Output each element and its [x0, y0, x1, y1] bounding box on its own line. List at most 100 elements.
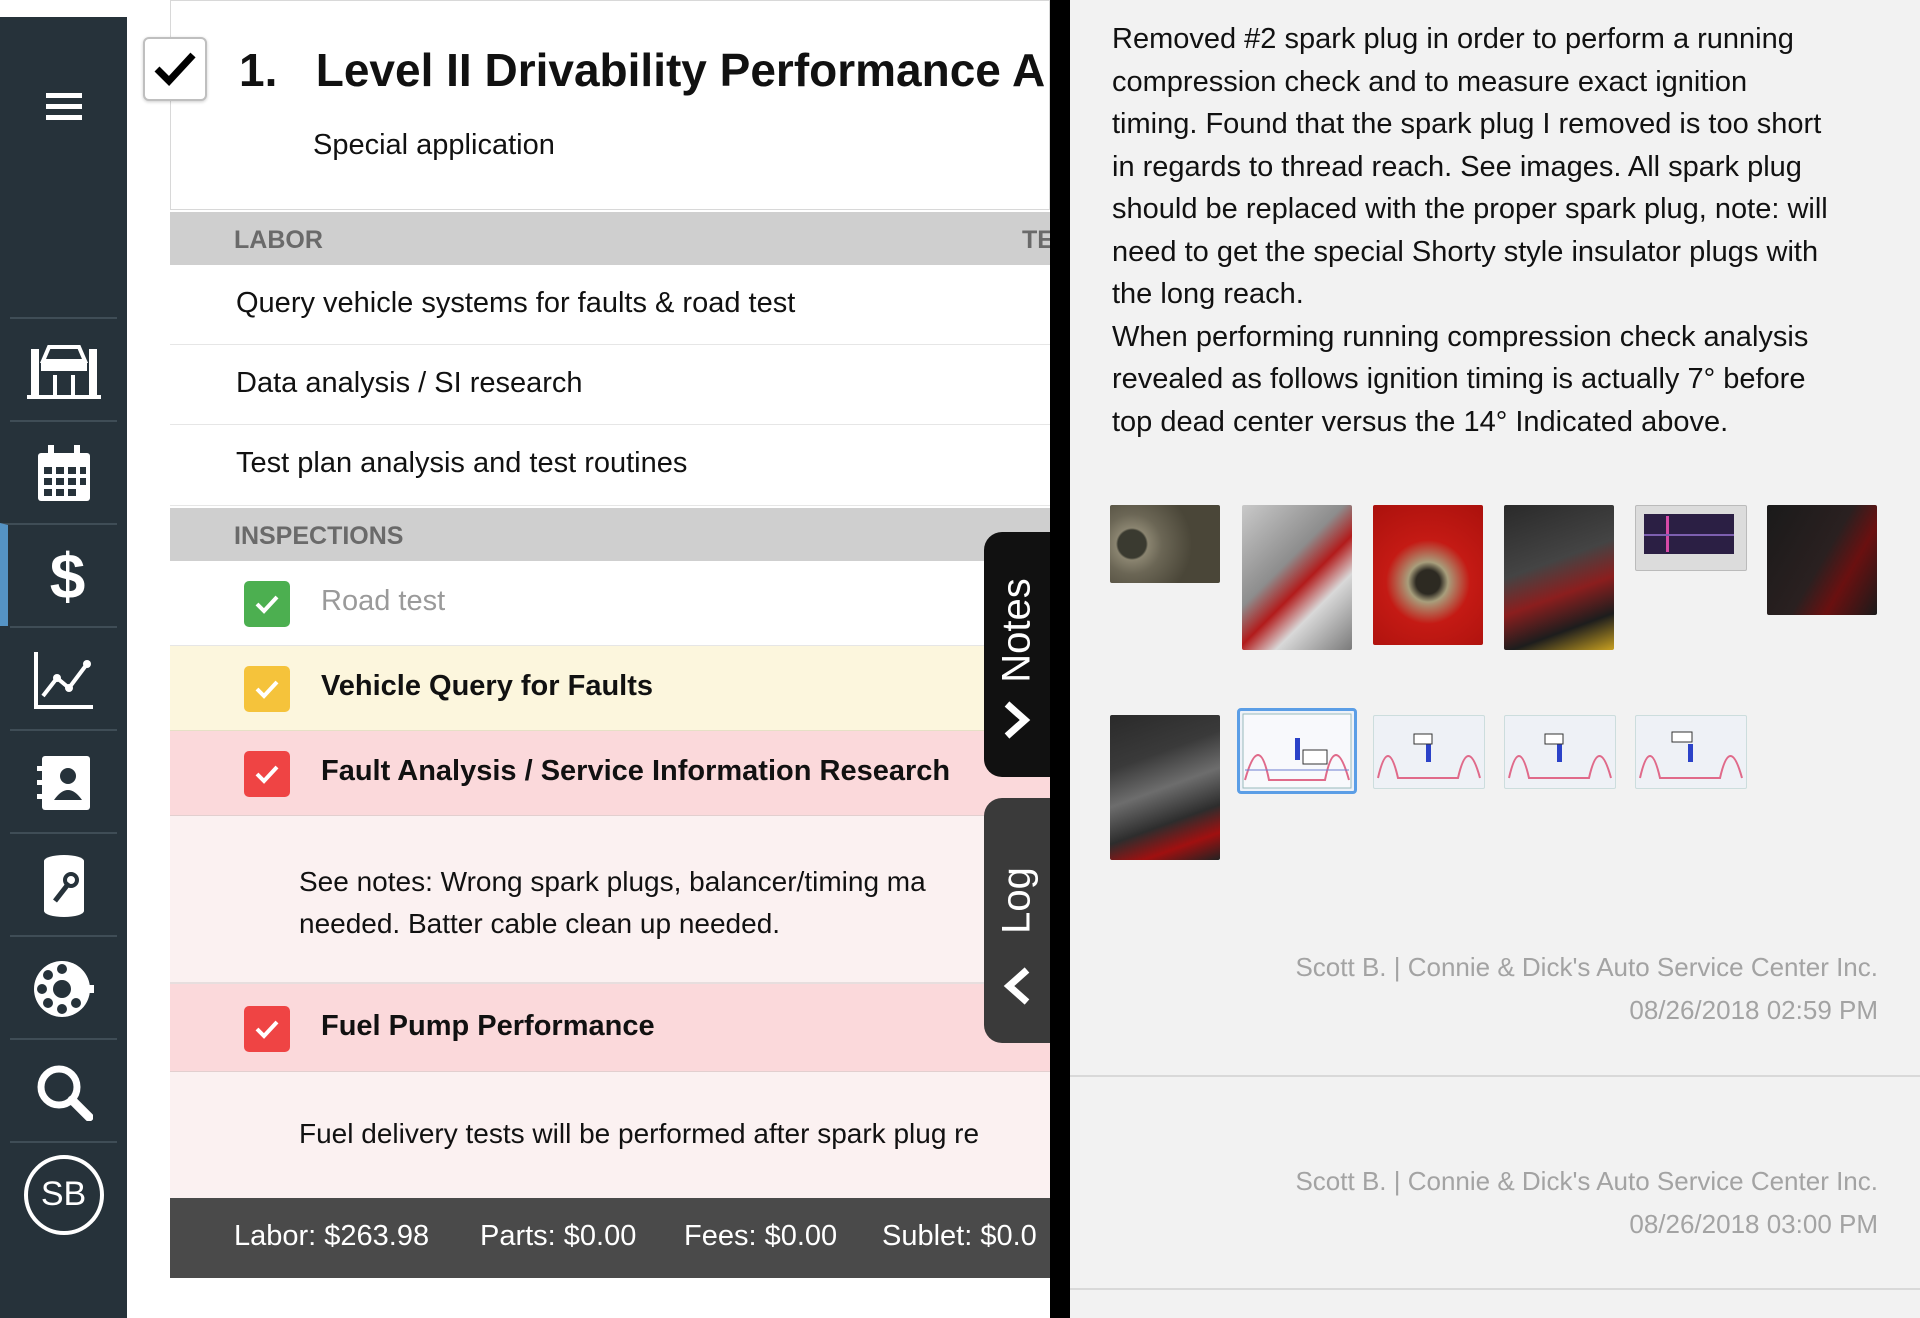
note-line: timing. Found that the spark plug I remo…: [1112, 108, 1822, 140]
sidebar: $ SB: [0, 17, 127, 1318]
note-line: compression check and to measure exact i…: [1112, 65, 1748, 98]
settings-icon: [33, 960, 94, 1017]
check-icon: [154, 52, 196, 87]
sidebar-item-customers[interactable]: [10, 729, 117, 834]
lift-icon: [26, 344, 101, 399]
sidebar-item-search[interactable]: [10, 1038, 117, 1143]
job-title-text: Level II Drivability Performance A: [315, 44, 1046, 96]
sublet-total: Sublet: $0.0: [882, 1220, 1037, 1252]
job-complete-checkbox[interactable]: [143, 37, 207, 101]
inspection-note: Fuel delivery tests will be performed af…: [170, 1072, 1050, 1198]
note-meta: Scott B. | Connie & Dick's Auto Service …: [1295, 1160, 1878, 1246]
parts-total: Parts: $0.00: [480, 1220, 637, 1252]
labor-item-label: Data analysis / SI research: [236, 367, 583, 399]
status-checkbox-red[interactable]: [244, 1006, 290, 1052]
note-text: Removed #2 spark plug in order to perfor…: [1112, 18, 1902, 443]
totals-bar: Labor: $263.98 Parts: $0.00 Fees: $0.00 …: [170, 1198, 1050, 1278]
note-date: 08/26/2018 03:00 PM: [1629, 1209, 1878, 1239]
note-line: top dead center versus the 14° Indicated…: [1112, 405, 1729, 438]
note-line: revealed as follows ignition timing is a…: [1112, 363, 1806, 395]
inspections-header-label: INSPECTIONS: [234, 522, 404, 550]
inspection-note: See notes: Wrong spark plugs, balancer/t…: [170, 816, 1050, 984]
job-card: 1. Level II Drivability Performance A Sp…: [143, 0, 1054, 1280]
sidebar-item-lift[interactable]: [10, 317, 117, 422]
chart-icon: [33, 651, 93, 709]
note-line: When performing running compression chec…: [1112, 320, 1809, 353]
graph-thumbnail[interactable]: [1635, 715, 1747, 789]
sidebar-item-parts[interactable]: [10, 832, 117, 937]
job-header: 1. Level II Drivability Performance A Sp…: [143, 0, 1050, 210]
dollar-icon: $: [49, 539, 86, 612]
tab-log-label: Log: [994, 867, 1039, 934]
sidebar-item-reports[interactable]: [10, 626, 117, 731]
note-line: the long reach.: [1112, 278, 1304, 310]
photo-thumbnail[interactable]: [1110, 505, 1220, 583]
sidebar-item-profile[interactable]: SB: [10, 1141, 117, 1246]
panel-divider: [1050, 0, 1070, 1318]
sidebar-item-tires[interactable]: [10, 935, 117, 1040]
inspection-row-road-test[interactable]: Road test: [170, 561, 1050, 646]
search-icon: [37, 1065, 93, 1121]
photo-thumbnail[interactable]: [1635, 505, 1747, 571]
photo-thumbnail[interactable]: [1767, 505, 1877, 615]
inspection-note-line: needed. Batter cable clean up needed.: [299, 908, 781, 939]
check-icon: [255, 1020, 279, 1039]
photo-thumbnail[interactable]: [1110, 715, 1220, 860]
labor-row[interactable]: Test plan analysis and test routines: [170, 425, 1050, 506]
inspections-section-header: INSPECTIONS: [170, 508, 1050, 561]
inspection-label: Fuel Pump Performance: [321, 1010, 655, 1042]
inspection-label: Road test: [321, 585, 446, 617]
sidebar-item-calendar[interactable]: [10, 420, 117, 525]
inspection-label: Fault Analysis / Service Information Res…: [321, 755, 951, 787]
photo-thumbnail[interactable]: [1373, 505, 1483, 645]
inspection-note-line: See notes: Wrong spark plugs, balancer/t…: [299, 866, 926, 897]
note-line: in regards to thread reach. See images. …: [1112, 150, 1802, 183]
calendar-icon: [37, 444, 90, 501]
tab-notes[interactable]: Notes: [984, 532, 1050, 777]
labor-item-label: Query vehicle systems for faults & road …: [236, 287, 796, 319]
job-number: 1.: [239, 44, 278, 96]
chevron-right-icon: [997, 698, 1037, 752]
note-separator: [1070, 1288, 1920, 1290]
job-title[interactable]: 1. Level II Drivability Performance A: [239, 43, 1045, 97]
note-line: Removed #2 spark plug in order to perfor…: [1112, 23, 1794, 55]
inspection-row-fuel-pump[interactable]: Fuel Pump Performance: [170, 984, 1050, 1072]
labor-item-label: Test plan analysis and test routines: [236, 447, 688, 479]
tab-log[interactable]: Log: [984, 798, 1050, 1043]
inspection-note-line: Fuel delivery tests will be performed af…: [299, 1118, 980, 1149]
status-checkbox-green[interactable]: [244, 581, 290, 627]
menu-button[interactable]: [10, 47, 117, 167]
avatar: SB: [23, 1154, 104, 1235]
photo-thumbnail[interactable]: [1242, 505, 1352, 650]
note-meta: Scott B. | Connie & Dick's Auto Service …: [1295, 946, 1878, 1032]
graph-thumbnail-selected[interactable]: [1237, 708, 1357, 794]
check-icon: [255, 680, 279, 699]
sidebar-item-billing[interactable]: $: [0, 523, 117, 626]
labor-header-label: LABOR: [234, 226, 323, 254]
inspection-label: Vehicle Query for Faults: [321, 670, 653, 702]
inspection-row-vehicle-query[interactable]: Vehicle Query for Faults: [170, 646, 1050, 731]
contacts-icon: [36, 755, 90, 810]
chevron-left-icon: [997, 964, 1037, 1018]
note-date: 08/26/2018 02:59 PM: [1629, 995, 1878, 1025]
notes-panel: Removed #2 spark plug in order to perfor…: [1070, 0, 1920, 1318]
labor-row[interactable]: Data analysis / SI research: [170, 345, 1050, 425]
graph-thumbnail[interactable]: [1504, 715, 1616, 789]
job-subtitle: Special application: [313, 129, 555, 161]
note-author: Scott B. | Connie & Dick's Auto Service …: [1295, 1166, 1878, 1196]
labor-total: Labor: $263.98: [234, 1220, 430, 1252]
graph-thumbnail[interactable]: [1373, 715, 1485, 789]
status-checkbox-red[interactable]: [244, 751, 290, 797]
status-checkbox-yellow[interactable]: [244, 666, 290, 712]
parts-icon: [43, 854, 84, 917]
fees-total: Fees: $0.00: [684, 1220, 838, 1252]
tab-notes-label: Notes: [994, 578, 1039, 683]
note-line: need to get the special Shorty style ins…: [1112, 235, 1819, 268]
inspection-row-fault-analysis[interactable]: Fault Analysis / Service Information Res…: [170, 731, 1050, 816]
note-separator: [1070, 1075, 1920, 1077]
hamburger-icon: [45, 93, 82, 120]
note-line: should be replaced with the proper spark…: [1112, 193, 1828, 225]
check-icon: [255, 595, 279, 614]
labor-row[interactable]: Query vehicle systems for faults & road …: [170, 265, 1050, 345]
photo-thumbnail[interactable]: [1504, 505, 1614, 650]
